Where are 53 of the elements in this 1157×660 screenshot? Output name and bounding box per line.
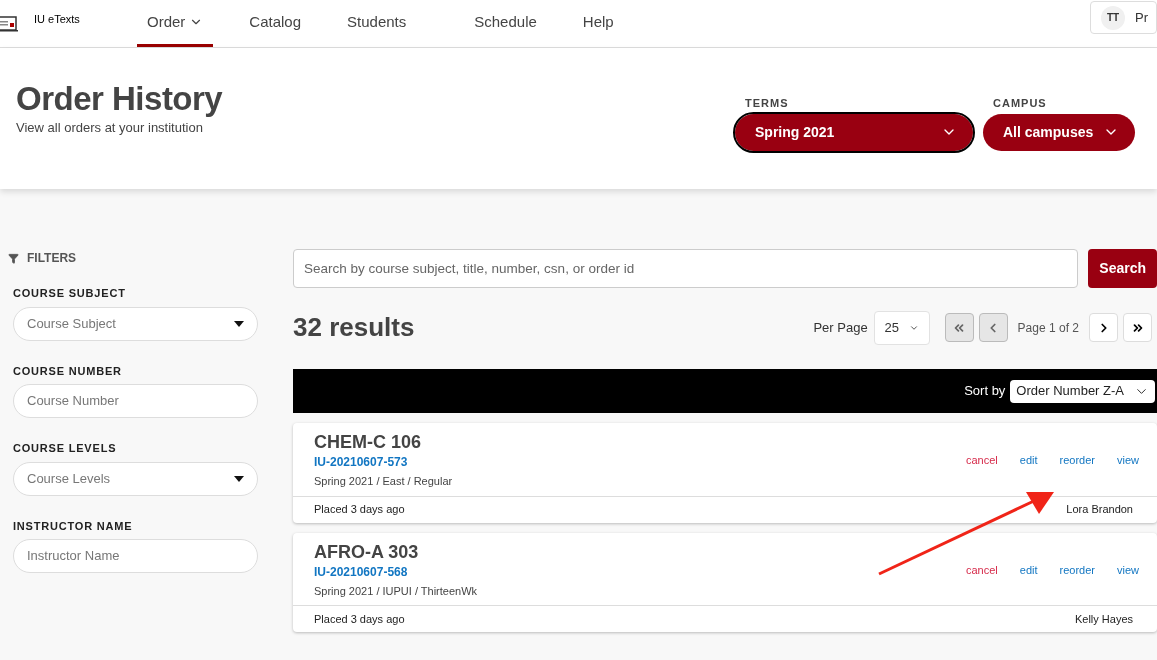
filter-input[interactable]: Instructor Name (13, 539, 258, 573)
filter-dropdown[interactable]: Course Subject (13, 306, 258, 341)
order-action-link[interactable]: view (1117, 452, 1139, 469)
search-button[interactable]: Search (1088, 249, 1157, 288)
placed-date: Placed 3 days ago (314, 502, 405, 518)
page-subtitle: View all orders at your institution (16, 119, 204, 137)
page-indicator: Page 1 of 2 (1017, 319, 1079, 337)
user-avatar: TT (1101, 5, 1125, 30)
order-action-link[interactable]: reorder (1059, 452, 1095, 469)
order-action-link[interactable]: view (1117, 561, 1139, 578)
instructor-name: Lora Brandon (1066, 502, 1133, 518)
instructor-name: Kelly Hayes (1074, 611, 1133, 627)
pager-button[interactable] (1123, 313, 1152, 342)
brand-name: IU eTexts (34, 12, 80, 28)
results-count: 32 results (293, 311, 416, 344)
per-page-dropdown[interactable]: 25 (873, 310, 930, 345)
order-action-link[interactable]: edit (1019, 452, 1038, 469)
caret-icon (234, 475, 244, 482)
selector-label: TERMS (744, 96, 790, 111)
per-page-label: Per Page (813, 318, 868, 337)
user-menu[interactable]: TT Pr (1090, 1, 1157, 34)
filter-input[interactable]: Course Number (13, 384, 258, 418)
nav-tab[interactable]: Schedule (464, 0, 547, 47)
filters-heading: FILTERS (27, 250, 77, 267)
filter-label: COURSE SUBJECT (13, 286, 127, 301)
search-field[interactable]: Search by course subject, title, number, csn, or order id (293, 249, 1079, 288)
course-code: AFRO-A 303 (314, 540, 420, 563)
order-action-link[interactable]: cancel (965, 561, 998, 578)
filter-icon (8, 252, 19, 264)
placed-date: Placed 3 days ago (314, 611, 405, 627)
nav-tab[interactable]: Catalog (239, 0, 312, 47)
selector-dropdown[interactable]: Spring 2021 (735, 113, 973, 151)
caret-icon (234, 320, 244, 327)
order-id-link[interactable]: IU-20210607-568 (314, 562, 966, 581)
filter-dropdown[interactable]: Course Levels (13, 461, 258, 496)
filter-label: INSTRUCTOR NAME (13, 518, 134, 534)
order-action-link[interactable]: edit (1019, 561, 1038, 578)
filter-label: COURSE NUMBER (13, 363, 123, 379)
sort-dropdown[interactable]: Order Number Z-A (1010, 379, 1155, 403)
order-action-link[interactable]: reorder (1059, 561, 1095, 578)
course-code: CHEM-C 106 (314, 431, 423, 453)
sort-label: Sort by (964, 382, 1006, 401)
page-title: Order History (16, 80, 223, 118)
nav-tab[interactable]: Students (337, 0, 417, 47)
order-details: Spring 2021 / East / Regular (314, 474, 454, 489)
nav-tab[interactable]: Help (572, 0, 624, 47)
selector-label: CAMPUS (992, 96, 1048, 111)
order-action-link[interactable]: cancel (965, 452, 998, 469)
order-id-link[interactable]: IU-20210607-573 (314, 453, 966, 471)
filter-label: COURSE LEVELS (13, 441, 118, 456)
selector-dropdown[interactable]: All campuses (983, 113, 1135, 151)
order-details: Spring 2021 / IUPUI / ThirteenWk (314, 583, 479, 599)
user-name: Pr (1135, 8, 1148, 27)
